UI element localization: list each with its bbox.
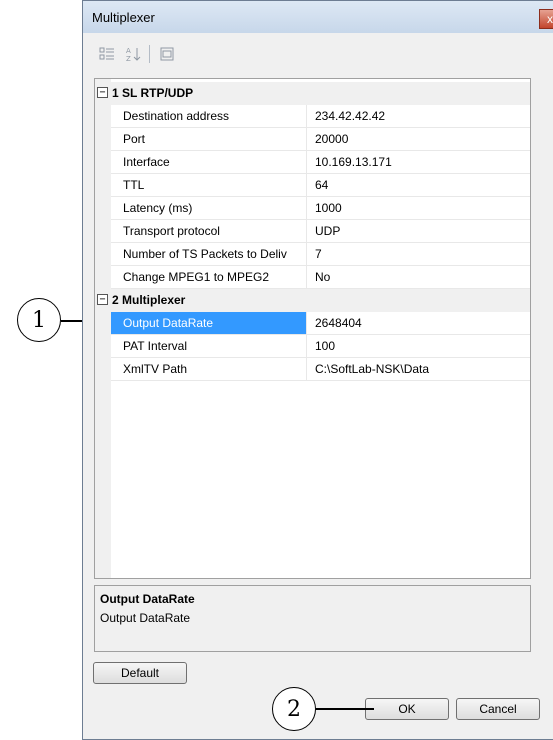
- property-name: XmlTV Path: [111, 358, 307, 380]
- description-title: Output DataRate: [100, 592, 195, 606]
- close-icon: x: [547, 12, 553, 26]
- callout-1: 1: [17, 298, 61, 342]
- svg-text:A: A: [126, 47, 131, 55]
- property-name: Output DataRate: [111, 312, 307, 334]
- property-value[interactable]: 7: [307, 243, 530, 265]
- grid-gutter: [95, 79, 111, 578]
- property-row[interactable]: Destination address 234.42.42.42: [111, 105, 530, 128]
- property-pages-icon: [160, 47, 174, 61]
- callout-2-leader: [316, 708, 374, 710]
- window-title: Multiplexer: [92, 10, 155, 25]
- cancel-button[interactable]: Cancel: [456, 698, 540, 720]
- callout-2: 2: [272, 687, 316, 731]
- property-row[interactable]: XmlTV Path C:\SoftLab-NSK\Data: [111, 358, 530, 381]
- property-name: Latency (ms): [111, 197, 307, 219]
- alphabetical-icon: A Z: [126, 47, 141, 62]
- category-label: 1 SL RTP/UDP: [112, 86, 194, 100]
- property-value[interactable]: 100: [307, 335, 530, 357]
- categorized-button[interactable]: [95, 43, 119, 65]
- property-name: Transport protocol: [111, 220, 307, 242]
- property-name: Port: [111, 128, 307, 150]
- toolbar-separator: [149, 45, 150, 63]
- category-sl-rtp-udp[interactable]: − 1 SL RTP/UDP: [95, 82, 530, 105]
- collapse-icon[interactable]: −: [97, 87, 108, 98]
- property-value[interactable]: No: [307, 266, 530, 288]
- property-row[interactable]: Change MPEG1 to MPEG2 No: [111, 266, 530, 289]
- svg-text:Z: Z: [126, 55, 131, 62]
- property-name: Destination address: [111, 105, 307, 127]
- property-name: Interface: [111, 151, 307, 173]
- alphabetical-button[interactable]: A Z: [121, 43, 145, 65]
- property-toolbar: A Z: [93, 41, 533, 69]
- category-multiplexer[interactable]: − 2 Multiplexer: [95, 289, 530, 312]
- multiplexer-dialog: Multiplexer x A Z − 1 SL RTP/UDP Destina…: [82, 0, 553, 740]
- property-value[interactable]: C:\SoftLab-NSK\Data: [307, 358, 530, 380]
- description-text: Output DataRate: [100, 611, 191, 625]
- close-button[interactable]: x: [539, 9, 553, 29]
- property-name: TTL: [111, 174, 307, 196]
- property-value[interactable]: 20000: [307, 128, 530, 150]
- property-value[interactable]: 234.42.42.42: [307, 105, 530, 127]
- property-value[interactable]: 64: [307, 174, 530, 196]
- property-grid: − 1 SL RTP/UDP Destination address 234.4…: [94, 78, 531, 579]
- property-row[interactable]: Transport protocol UDP: [111, 220, 530, 243]
- property-value[interactable]: UDP: [307, 220, 530, 242]
- category-label: 2 Multiplexer: [112, 293, 186, 307]
- property-name: Number of TS Packets to Deliv: [111, 243, 307, 265]
- default-button[interactable]: Default: [93, 662, 187, 684]
- collapse-icon[interactable]: −: [97, 294, 108, 305]
- property-row-selected[interactable]: Output DataRate 2648404: [111, 312, 530, 335]
- title-bar: Multiplexer x: [83, 1, 553, 33]
- property-row[interactable]: TTL 64: [111, 174, 530, 197]
- categorized-icon: [99, 47, 114, 60]
- ok-button[interactable]: OK: [365, 698, 449, 720]
- property-row[interactable]: PAT Interval 100: [111, 335, 530, 358]
- property-value[interactable]: 1000: [307, 197, 530, 219]
- property-name: PAT Interval: [111, 335, 307, 357]
- property-value[interactable]: 2648404: [307, 312, 530, 334]
- property-pages-button[interactable]: [155, 43, 179, 65]
- property-row[interactable]: Number of TS Packets to Deliv 7: [111, 243, 530, 266]
- property-name: Change MPEG1 to MPEG2: [111, 266, 307, 288]
- property-value[interactable]: 10.169.13.171: [307, 151, 530, 173]
- property-row[interactable]: Interface 10.169.13.171: [111, 151, 530, 174]
- property-row[interactable]: Latency (ms) 1000: [111, 197, 530, 220]
- description-panel: Output DataRate Output DataRate: [94, 585, 531, 652]
- property-row[interactable]: Port 20000: [111, 128, 530, 151]
